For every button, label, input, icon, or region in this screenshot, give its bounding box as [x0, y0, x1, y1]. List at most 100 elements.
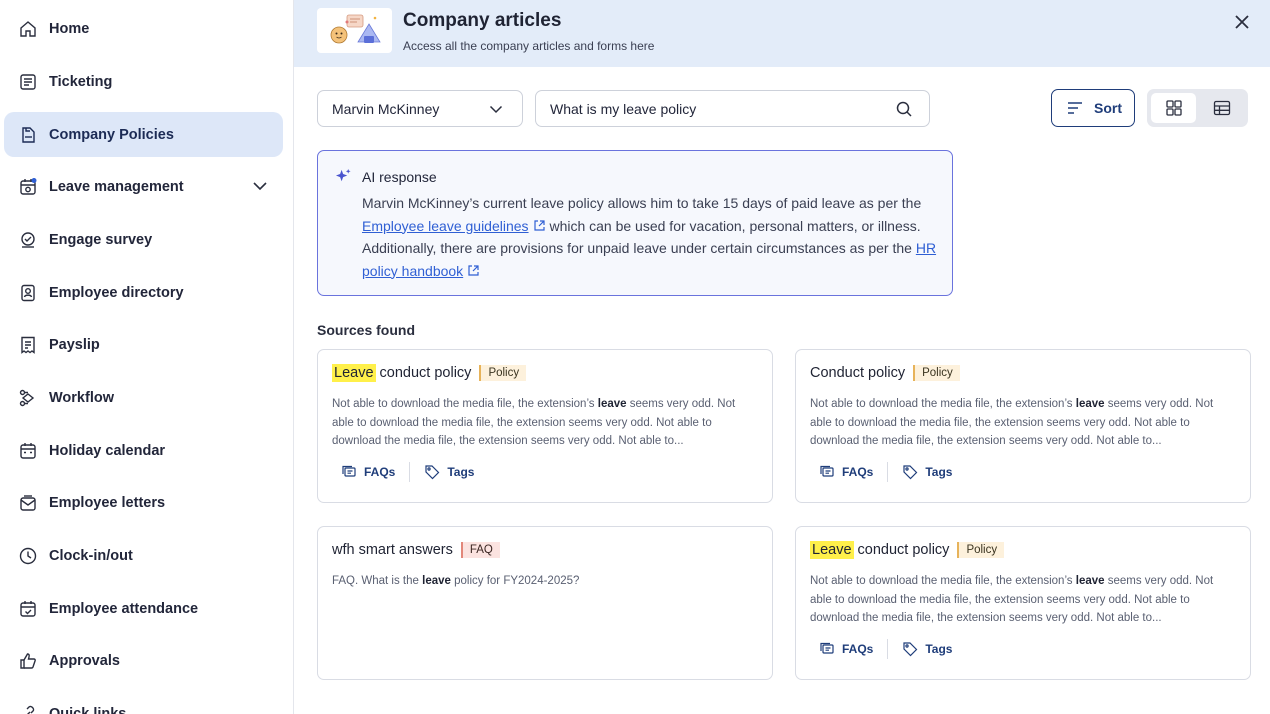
- faqs-button[interactable]: FAQs: [819, 464, 873, 480]
- sidebar-item-label: Approvals: [49, 652, 120, 669]
- tags-button[interactable]: Tags: [902, 464, 952, 480]
- view-toggle: [1147, 89, 1248, 127]
- sidebar-item-approvals[interactable]: Approvals: [4, 638, 283, 683]
- tag-icon: [903, 465, 918, 480]
- sidebar-item-employee-directory[interactable]: Employee directory: [4, 270, 283, 315]
- grid-view-button[interactable]: [1151, 93, 1196, 123]
- sidebar-item-label: Leave management: [49, 178, 184, 195]
- external-link-icon[interactable]: [533, 219, 546, 232]
- title-highlight: Leave: [332, 364, 376, 382]
- sidebar-item-label: Holiday calendar: [49, 442, 166, 459]
- faq-icon: [820, 642, 834, 654]
- tag-icon: [903, 642, 918, 657]
- card-actions: FAQs Tags: [819, 462, 952, 482]
- external-link-icon[interactable]: [467, 264, 480, 277]
- sidebar-item-engage-survey[interactable]: Engage survey: [4, 217, 283, 262]
- employee-leave-guidelines-link[interactable]: Employee leave guidelines: [362, 218, 529, 234]
- sidebar-item-employee-letters[interactable]: Employee letters: [4, 480, 283, 525]
- sidebar-item-workflow[interactable]: Workflow: [4, 375, 283, 420]
- source-card[interactable]: Leave conduct policy Policy Not able to …: [317, 349, 773, 503]
- ai-response-title: AI response: [362, 169, 437, 185]
- title-text: conduct policy: [375, 365, 472, 381]
- attendance-icon: [18, 599, 38, 619]
- payslip-icon: [18, 335, 38, 355]
- header-illustration: [317, 8, 392, 53]
- source-card[interactable]: Leave conduct policy Policy Not able to …: [795, 526, 1251, 680]
- tags-button[interactable]: Tags: [424, 464, 474, 480]
- tags-label: Tags: [447, 465, 475, 479]
- close-icon[interactable]: [1232, 12, 1252, 32]
- divider: [887, 639, 889, 659]
- tag-icon: [425, 465, 440, 480]
- sort-icon: [1068, 102, 1082, 114]
- card-title-row: wfh smart answers FAQ: [332, 542, 500, 558]
- source-card[interactable]: wfh smart answers FAQ FAQ. What is the l…: [317, 526, 773, 680]
- tags-button[interactable]: Tags: [902, 641, 952, 657]
- faqs-button[interactable]: FAQs: [819, 641, 873, 657]
- table-view-button[interactable]: [1199, 93, 1244, 123]
- page-title: Company articles: [403, 10, 562, 31]
- link-icon: [18, 704, 38, 714]
- card-title: Leave conduct policy: [810, 541, 950, 559]
- desc-text: Not able to download the media file, the…: [810, 575, 1076, 587]
- sidebar-item-payslip[interactable]: Payslip: [4, 322, 283, 367]
- policy-tag: Policy: [479, 365, 527, 381]
- ai-response-text: Marvin McKinney’s current leave policy a…: [362, 192, 937, 282]
- policy-tag: Policy: [957, 542, 1005, 558]
- sidebar-item-quick-links[interactable]: Quick links: [4, 691, 283, 714]
- faqs-label: FAQs: [842, 465, 874, 479]
- card-description: Not able to download the media file, the…: [332, 395, 758, 451]
- title-text: conduct policy: [853, 542, 950, 558]
- sources-title: Sources found: [317, 322, 416, 338]
- sidebar-item-employee-attendance[interactable]: Employee attendance: [4, 586, 283, 631]
- chevron-down-icon: [489, 105, 503, 114]
- divider: [409, 462, 411, 482]
- sidebar-item-clock-in-out[interactable]: Clock-in/out: [4, 533, 283, 578]
- leave-icon: [18, 177, 38, 197]
- thumbs-up-icon: [18, 651, 38, 671]
- employee-select[interactable]: Marvin McKinney: [317, 90, 523, 127]
- sidebar-item-label: Engage survey: [49, 231, 153, 248]
- ai-response-card: AI response Marvin McKinney’s current le…: [317, 150, 953, 296]
- sidebar-item-label: Clock-in/out: [49, 547, 133, 564]
- sort-label: Sort: [1094, 100, 1122, 116]
- faq-icon: [820, 465, 834, 477]
- page-header: Company articles Access all the company …: [294, 0, 1270, 67]
- source-card[interactable]: Conduct policy Policy Not able to downlo…: [795, 349, 1251, 503]
- card-title: Conduct policy: [810, 365, 906, 381]
- title-highlight: Leave: [810, 541, 854, 559]
- grid-icon: [1165, 100, 1182, 116]
- clock-icon: [18, 546, 38, 566]
- desc-text: FAQ. What is the: [332, 575, 423, 587]
- workflow-icon: [18, 388, 38, 408]
- search-icon[interactable]: [895, 100, 913, 118]
- sidebar-item-label: Workflow: [49, 389, 114, 406]
- sidebar-item-label: Company Policies: [49, 126, 174, 143]
- survey-icon: [18, 230, 38, 250]
- chevron-down-icon[interactable]: [251, 177, 269, 195]
- search-box[interactable]: [535, 90, 930, 127]
- ticket-icon: [18, 72, 38, 92]
- sidebar-item-label: Employee letters: [49, 494, 166, 511]
- sort-button[interactable]: Sort: [1051, 89, 1135, 127]
- card-actions: FAQs Tags: [819, 639, 952, 659]
- tags-label: Tags: [925, 465, 953, 479]
- search-input[interactable]: [550, 99, 880, 119]
- letters-icon: [18, 493, 38, 513]
- calendar-icon: [18, 441, 38, 461]
- table-icon: [1213, 100, 1230, 116]
- sidebar-item-ticketing[interactable]: Ticketing: [4, 59, 283, 104]
- page-subtitle: Access all the company articles and form…: [403, 39, 655, 53]
- sidebar: Home Ticketing Company Policies Leave ma…: [0, 0, 294, 714]
- sidebar-item-home[interactable]: Home: [4, 6, 283, 51]
- sidebar-item-leave-management[interactable]: Leave management: [4, 164, 283, 209]
- sidebar-item-company-policies[interactable]: Company Policies: [4, 112, 283, 157]
- desc-bold: leave: [1075, 398, 1105, 410]
- card-title-row: Leave conduct policy Policy: [810, 541, 1005, 559]
- sidebar-item-holiday-calendar[interactable]: Holiday calendar: [4, 428, 283, 473]
- policy-icon: [18, 125, 38, 145]
- card-description: Not able to download the media file, the…: [810, 572, 1236, 628]
- sidebar-item-label: Ticketing: [49, 73, 113, 90]
- faqs-button[interactable]: FAQs: [341, 464, 395, 480]
- employee-select-value: Marvin McKinney: [332, 100, 440, 117]
